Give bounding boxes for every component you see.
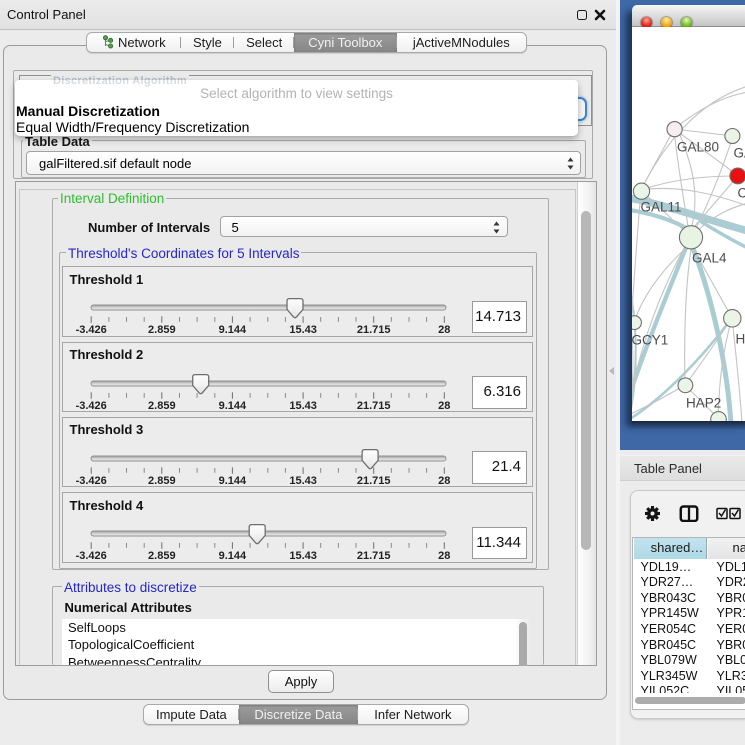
svg-text:GCY1: GCY1 bbox=[632, 333, 668, 348]
svg-text:GAL11: GAL11 bbox=[641, 200, 682, 215]
svg-text:C: C bbox=[738, 186, 745, 201]
svg-text:H: H bbox=[736, 332, 745, 347]
svg-text:HAP2: HAP2 bbox=[686, 396, 721, 411]
svg-text:GAL4: GAL4 bbox=[692, 251, 727, 266]
svg-text:GAL80: GAL80 bbox=[677, 140, 719, 155]
svg-text:GA: GA bbox=[734, 146, 745, 161]
